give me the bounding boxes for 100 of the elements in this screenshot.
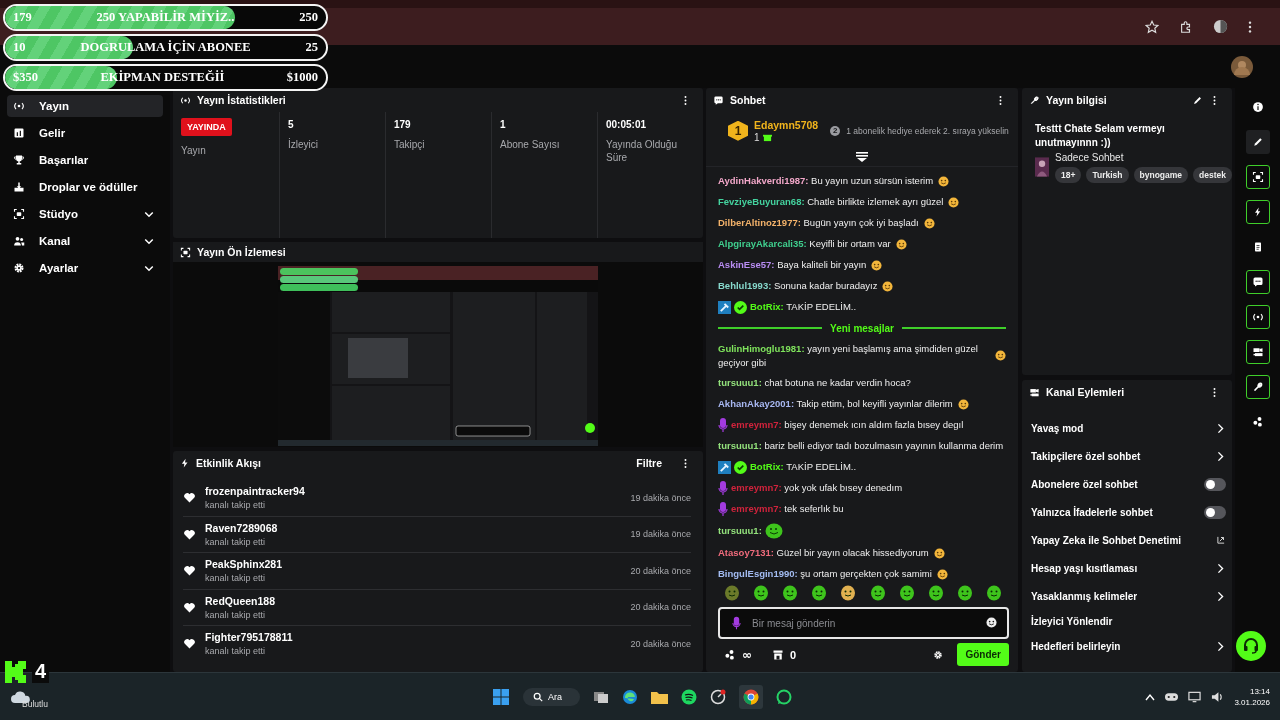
camera-button[interactable] xyxy=(1245,340,1270,364)
start-icon[interactable] xyxy=(492,687,510,706)
tag[interactable]: Turkish xyxy=(1086,167,1129,183)
verified-icon xyxy=(734,300,747,314)
gift-icon xyxy=(762,132,772,142)
filter-button[interactable]: Filtre xyxy=(630,455,668,471)
event-description: kanalı takip etti xyxy=(205,609,267,620)
puzzle-icon[interactable] xyxy=(1179,19,1193,34)
send-button[interactable]: Gönder xyxy=(957,643,1009,666)
message-input[interactable]: Bir mesaj gönderin xyxy=(718,607,1009,639)
chat-message: Atasoy7131: Güzel bir yayın olacak hissediyorum xyxy=(718,546,929,560)
pencil-button[interactable] xyxy=(1245,130,1270,154)
spotify-icon[interactable] xyxy=(681,688,697,705)
microphone-badge-icon xyxy=(718,418,728,433)
channel-action[interactable]: Hesap yaşı kısıtlaması xyxy=(1031,554,1226,582)
event-time: 19 dakika önce xyxy=(630,529,691,540)
folder-icon[interactable] xyxy=(651,689,668,704)
goal-target: 250 xyxy=(299,10,318,25)
channel-action[interactable]: Takipçilere özel sohbet xyxy=(1031,442,1226,470)
stat-value: 00:05:01 xyxy=(606,118,647,130)
avatar[interactable] xyxy=(1231,55,1253,78)
microphone-badge-icon xyxy=(718,502,728,517)
channel-action[interactable]: Yasaklanmış kelimeler xyxy=(1031,582,1226,610)
chat-message: DilberAltinoz1977: Bugün yayın çok iyi başladı xyxy=(718,216,919,230)
event-description: kanalı takip etti xyxy=(205,646,267,657)
chat-message: emreymn7: yok yok ufak bısey denedım xyxy=(731,481,903,495)
sidebar-item[interactable]: Ayarlar xyxy=(7,257,163,279)
sidebar-item[interactable]: Stüdyo xyxy=(7,203,163,225)
chrome-taskbar-button[interactable] xyxy=(739,684,763,709)
sidebar-item[interactable]: Başarılar xyxy=(7,149,163,171)
clock-time: 13:14 xyxy=(1249,686,1270,696)
network-icon[interactable] xyxy=(1188,690,1202,703)
tag[interactable]: 18+ xyxy=(1055,167,1082,183)
wrench-button[interactable] xyxy=(1245,375,1270,399)
emote-icon[interactable] xyxy=(898,584,915,601)
goal-title: 250 YAPABİLİR MİYİZ.. xyxy=(95,10,236,25)
sidebar-item[interactable]: Yayın xyxy=(7,95,163,117)
speaker-icon[interactable] xyxy=(1211,690,1225,703)
emote-icon[interactable] xyxy=(956,584,973,601)
toggle-switch[interactable] xyxy=(1204,505,1226,519)
gauge-icon[interactable] xyxy=(710,688,726,705)
chat-button[interactable] xyxy=(1245,270,1270,294)
channel-action[interactable]: Abonelere özel sohbet xyxy=(1031,470,1226,498)
chat-message: emreymn7: bişey denemek ıcın aldım fazla bısey degıl xyxy=(731,418,964,432)
taskbar-search[interactable]: Ara xyxy=(523,687,580,706)
channel-action[interactable]: Yapay Zeka ile Sohbet Denetimi xyxy=(1031,526,1226,554)
emote-icon[interactable] xyxy=(811,584,828,601)
toggle-switch[interactable] xyxy=(1204,477,1226,491)
goal-current: 179 xyxy=(13,10,32,25)
kick-logo xyxy=(5,660,27,683)
shop-icon[interactable] xyxy=(772,648,784,661)
chat-message: AydinHakverdi1987: Bu yayın uzun sürsün isterim xyxy=(718,174,934,188)
channel-action[interactable]: Yavaş mod xyxy=(1031,414,1226,442)
broadcast-button[interactable] xyxy=(1245,305,1270,329)
channel-action[interactable]: İzleyici Yönlendir xyxy=(1031,610,1226,632)
bolt-icon xyxy=(180,458,190,468)
panel-title: Kanal Eylemleri xyxy=(1046,386,1125,398)
emoji-picker-icon[interactable] xyxy=(986,617,997,628)
tag[interactable]: bynogame xyxy=(1133,167,1189,183)
clock-date: 3.01.2026 xyxy=(1234,697,1270,707)
emote-icon[interactable] xyxy=(724,584,740,601)
star-icon[interactable] xyxy=(1145,19,1159,34)
follower-name: PeakSphinx281 xyxy=(205,558,284,571)
stat-label: Takipçi xyxy=(394,138,425,151)
camera-icon xyxy=(1251,346,1264,358)
emote-icon[interactable] xyxy=(782,584,799,601)
channel-action[interactable]: Yalnızca İfadelerle sohbet xyxy=(1031,498,1226,526)
emote-icon[interactable] xyxy=(927,584,944,601)
goal-target: 25 xyxy=(305,40,318,55)
sidebar-item[interactable]: Kanal xyxy=(7,230,163,252)
scroll-down-icon[interactable] xyxy=(856,151,868,162)
panel-title: Yayın Ön İzlemesi xyxy=(197,246,286,258)
emote-icon[interactable] xyxy=(869,584,886,601)
kebab-menu-icon[interactable] xyxy=(1248,19,1252,34)
dots-icon xyxy=(1251,416,1264,428)
event-description: kanalı takip etti xyxy=(205,573,267,584)
sidebar-item[interactable]: Gelir xyxy=(7,122,163,144)
stat-value: 179 xyxy=(394,118,411,130)
verified-icon xyxy=(734,460,747,474)
channel-action[interactable]: Hedefleri belirleyin xyxy=(1031,632,1226,660)
sidebar-item[interactable]: Droplar ve ödüller xyxy=(7,176,163,198)
search-icon xyxy=(533,691,543,702)
gamepad-icon[interactable] xyxy=(1165,691,1179,702)
event-description: kanalı takip etti xyxy=(205,500,267,511)
screen-button[interactable] xyxy=(1245,165,1270,189)
bolt-button[interactable] xyxy=(1245,200,1270,224)
tag[interactable]: destek xyxy=(1193,167,1232,183)
chat-message: emreymn7: tek seferlık bu xyxy=(731,502,844,516)
chat-icon xyxy=(1251,276,1264,288)
stat-value: 5 xyxy=(288,118,294,130)
stat-label: Yayında Olduğu Süre xyxy=(606,138,678,164)
panel-title: Etkinlik Akışı xyxy=(196,457,261,469)
stat-value: 1 xyxy=(500,118,506,130)
emote-icon[interactable] xyxy=(840,584,857,601)
emote-icon[interactable] xyxy=(986,584,1002,601)
chevron-up-icon[interactable] xyxy=(1145,692,1156,701)
emote-icon[interactable] xyxy=(753,584,770,601)
stat-label: Abone Sayısı xyxy=(500,138,560,151)
profile-icon[interactable] xyxy=(1213,19,1228,34)
live-badge: YAYINDA xyxy=(181,118,232,136)
